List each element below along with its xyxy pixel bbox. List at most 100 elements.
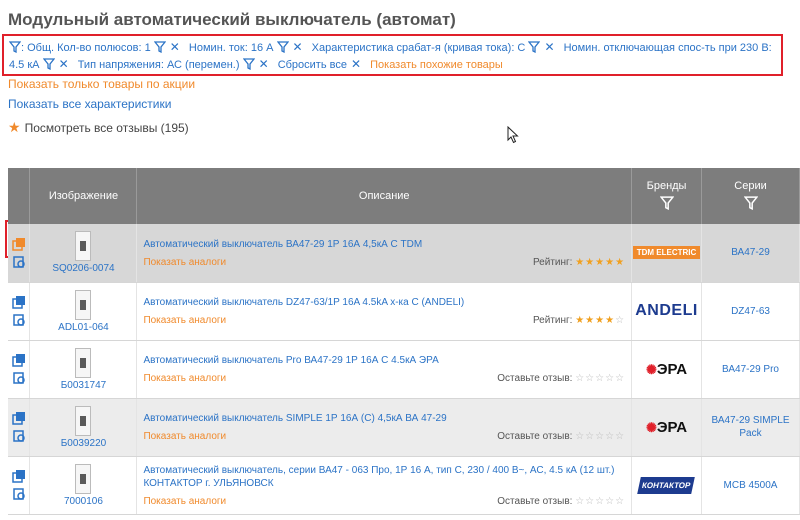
series-link[interactable]: DZ47-63 bbox=[731, 306, 770, 317]
review-label: Оставьте отзыв: bbox=[497, 495, 573, 507]
rating-stars: ★★★★★ bbox=[575, 256, 626, 268]
series-link[interactable]: ВА47-29 SIMPLE Pack bbox=[711, 415, 789, 439]
compare-icon[interactable] bbox=[11, 295, 26, 309]
brand-logo[interactable]: ✺ЭРА bbox=[646, 419, 687, 436]
filter-lead[interactable]: : bbox=[9, 41, 27, 54]
rating[interactable]: Рейтинг: ★★★★☆ bbox=[533, 315, 625, 326]
remove-filter-icon[interactable]: ✕ bbox=[59, 57, 69, 71]
show-analogs-link[interactable]: Показать аналоги bbox=[143, 373, 226, 384]
leave-review[interactable]: Оставьте отзыв: ☆☆☆☆☆ bbox=[497, 496, 625, 507]
reset-filters-link[interactable]: Сбросить все ✕ bbox=[277, 57, 367, 71]
rating[interactable]: Рейтинг: ★★★★★ bbox=[533, 257, 625, 268]
products-table: Изображение Описание Бренды Серии SQ0206… bbox=[8, 168, 800, 515]
filter-icon bbox=[9, 41, 21, 53]
era-burst-icon: ✺ bbox=[645, 419, 657, 435]
product-title-link[interactable]: Автоматический выключатель Pro ВА47-29 1… bbox=[137, 354, 631, 367]
view-icon[interactable] bbox=[12, 429, 26, 443]
brand-logo[interactable]: КОНТАКТОР bbox=[637, 476, 696, 494]
star-icon: ★ bbox=[8, 119, 21, 135]
filter-icon[interactable] bbox=[659, 195, 674, 210]
compare-icon[interactable] bbox=[11, 353, 26, 367]
rating-stars: ★★★★☆ bbox=[575, 315, 626, 326]
rating-stars[interactable]: ☆☆☆☆☆ bbox=[575, 431, 625, 442]
product-thumbnail[interactable] bbox=[75, 405, 92, 436]
product-sku[interactable]: ADL01-064 bbox=[30, 322, 136, 333]
product-title-link[interactable]: Автоматический выключатель DZ47-63/1P 16… bbox=[137, 296, 631, 309]
product-sku[interactable]: Б0039220 bbox=[30, 438, 136, 449]
filter-icon bbox=[242, 58, 255, 70]
filter-icon[interactable] bbox=[743, 195, 758, 210]
leave-review[interactable]: Оставьте отзыв: ☆☆☆☆☆ bbox=[497, 373, 625, 384]
product-thumbnail[interactable] bbox=[75, 347, 92, 378]
remove-filter-icon[interactable]: ✕ bbox=[293, 40, 303, 54]
rating-stars[interactable]: ☆☆☆☆☆ bbox=[575, 496, 625, 507]
active-filters-panel: : Общ. Кол-во полюсов: 1 ✕ Номин. ток: 1… bbox=[2, 34, 783, 76]
remove-filter-icon[interactable]: ✕ bbox=[170, 40, 180, 54]
rating-label: Рейтинг: bbox=[532, 256, 573, 268]
mouse-cursor-icon bbox=[507, 126, 519, 144]
show-analogs-link[interactable]: Показать аналоги bbox=[143, 315, 226, 326]
product-thumbnail[interactable] bbox=[75, 463, 92, 494]
show-analogs-link[interactable]: Показать аналоги bbox=[143, 496, 226, 507]
filter-chip-label: Общ. Кол-во полюсов: 1 bbox=[27, 42, 151, 54]
all-reviews-link[interactable]: ★ Посмотреть все отзывы (195) bbox=[8, 119, 189, 136]
filter-chip-current[interactable]: Номин. ток: 16 А ✕ bbox=[189, 40, 309, 54]
filter-icon bbox=[276, 41, 289, 53]
show-analogs-link[interactable]: Показать аналоги bbox=[143, 431, 226, 442]
view-icon[interactable] bbox=[12, 313, 26, 327]
series-link[interactable]: MCB 4500A bbox=[724, 480, 778, 491]
view-icon[interactable] bbox=[12, 371, 26, 385]
series-header[interactable]: Серии bbox=[701, 168, 800, 224]
brands-header-label: Бренды bbox=[646, 179, 687, 192]
filter-chip-label: Тип напряжения: АС (перемен.) bbox=[77, 59, 240, 71]
table-row: 7000106 Автоматический выключатель, сери… bbox=[8, 456, 800, 515]
era-burst-icon: ✺ bbox=[645, 361, 657, 377]
description-header: Описание bbox=[136, 168, 633, 224]
table-row: Б0039220 Автоматический выключатель SIMP… bbox=[8, 398, 800, 457]
filter-icon bbox=[528, 41, 541, 53]
review-label: Оставьте отзыв: bbox=[497, 431, 573, 442]
brand-logo[interactable]: ANDELI bbox=[635, 302, 698, 319]
product-title-link[interactable]: Автоматический выключатель ВА47-29 1Р 16… bbox=[137, 238, 631, 251]
remove-filter-icon[interactable]: ✕ bbox=[259, 57, 269, 71]
brands-header[interactable]: Бренды bbox=[631, 168, 703, 224]
series-link[interactable]: ВА47-29 Pro bbox=[722, 364, 779, 375]
rating-stars[interactable]: ☆☆☆☆☆ bbox=[575, 373, 625, 384]
compare-icon[interactable] bbox=[11, 411, 26, 425]
series-link[interactable]: ВА47-29 bbox=[731, 247, 770, 258]
view-icon[interactable] bbox=[12, 487, 26, 501]
filter-chip-curve[interactable]: Характеристика срабат-я (кривая тока): С… bbox=[311, 40, 561, 54]
compare-icon[interactable] bbox=[11, 237, 26, 251]
filter-icon bbox=[153, 41, 166, 53]
series-header-label: Серии bbox=[734, 179, 767, 192]
table-row: Б0031747 Автоматический выключатель Pro … bbox=[8, 340, 800, 399]
product-sku[interactable]: SQ0206-0074 bbox=[30, 263, 136, 274]
show-analogs-link[interactable]: Показать аналоги bbox=[143, 257, 226, 268]
all-specs-link[interactable]: Показать все характеристики bbox=[8, 97, 171, 111]
promo-only-link[interactable]: Показать только товары по акции bbox=[8, 77, 195, 91]
filter-chip-voltage[interactable]: Тип напряжения: АС (перемен.) ✕ bbox=[77, 57, 275, 71]
filter-icon bbox=[42, 58, 55, 70]
product-title-link[interactable]: Автоматический выключатель SIMPLE 1Р 16А… bbox=[137, 412, 631, 425]
filter-chip-poles[interactable]: Общ. Кол-во полюсов: 1 ✕ bbox=[27, 40, 186, 54]
all-reviews-label: Посмотреть все отзывы (195) bbox=[24, 120, 189, 135]
remove-filter-icon[interactable]: ✕ bbox=[544, 40, 554, 54]
close-icon: ✕ bbox=[350, 57, 362, 71]
image-header: Изображение bbox=[29, 168, 138, 224]
similar-products-link[interactable]: Показать похожие товары bbox=[370, 59, 503, 71]
filter-chip-label: Характеристика срабат-я (кривая тока): С bbox=[311, 42, 526, 54]
brand-logo[interactable]: ✺ЭРА bbox=[646, 361, 687, 378]
brand-logo[interactable]: TDM ELECTRIC bbox=[632, 246, 701, 260]
actions-header bbox=[8, 168, 31, 224]
page-title: Модульный автоматический выключатель (ав… bbox=[8, 10, 456, 29]
view-icon[interactable] bbox=[12, 255, 26, 269]
product-sku[interactable]: Б0031747 bbox=[30, 380, 136, 391]
leave-review[interactable]: Оставьте отзыв: ☆☆☆☆☆ bbox=[497, 431, 625, 442]
product-title-link[interactable]: Автоматический выключатель, серии ВА47 -… bbox=[137, 464, 631, 490]
compare-icon[interactable] bbox=[11, 469, 26, 483]
product-thumbnail[interactable] bbox=[75, 231, 92, 262]
table-row: SQ0206-0074 Автоматический выключатель В… bbox=[8, 224, 800, 283]
reset-filters-label: Сбросить все bbox=[277, 59, 347, 71]
product-thumbnail[interactable] bbox=[75, 289, 92, 320]
product-sku[interactable]: 7000106 bbox=[30, 496, 136, 507]
